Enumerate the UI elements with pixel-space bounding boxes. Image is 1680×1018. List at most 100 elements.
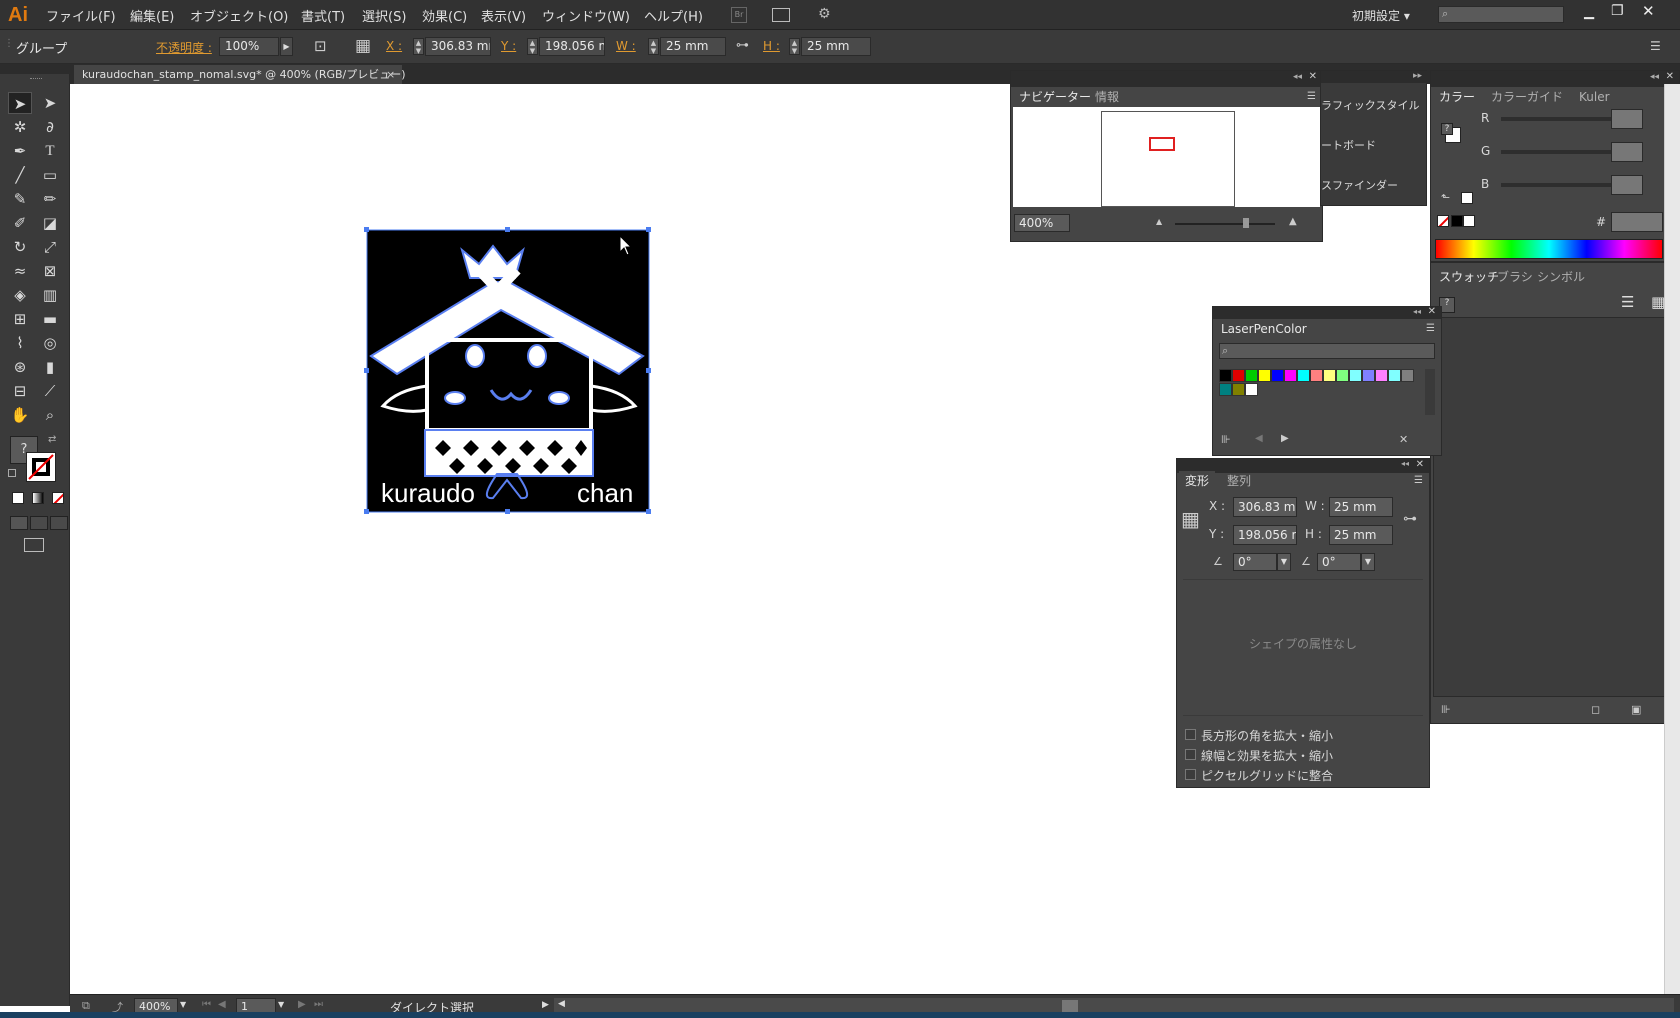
scale-tool-icon[interactable]: ⤢: [38, 236, 62, 258]
menu-edit[interactable]: 編集(E): [130, 6, 174, 25]
menu-object[interactable]: オブジェクト(O): [190, 6, 288, 25]
swatch-list[interactable]: [1433, 317, 1675, 698]
type-tool-icon[interactable]: T: [38, 140, 62, 162]
vertical-scrollbar[interactable]: [1664, 84, 1680, 994]
next-artboard-icon[interactable]: ▶: [298, 999, 306, 1010]
laserpen-swatch[interactable]: [1323, 369, 1336, 382]
tab-navigator[interactable]: ナビゲーター: [1013, 87, 1098, 107]
pen-tool-icon[interactable]: ✒: [8, 140, 32, 162]
previous-artboard-icon[interactable]: ◀: [218, 999, 226, 1010]
last-color-swatch[interactable]: [1461, 192, 1473, 204]
tab-symbols[interactable]: シンボル: [1531, 267, 1591, 287]
graph-tool-icon[interactable]: ▮: [38, 356, 62, 378]
tab-transform[interactable]: 変形: [1179, 471, 1216, 491]
opacity-arrow-icon[interactable]: ▶: [280, 37, 293, 56]
document-tab[interactable]: kuraudochan_stamp_nomal.svg* @ 400% (RGB…: [74, 65, 406, 84]
close-panel-icon[interactable]: ✕: [1666, 71, 1674, 82]
minimize-window-icon[interactable]: ▁: [1584, 5, 1594, 20]
free-transform-tool-icon[interactable]: ⊠: [38, 260, 62, 282]
artboards-button[interactable]: ートボード: [1321, 137, 1376, 167]
gpu-performance-icon[interactable]: ⚙: [818, 6, 831, 22]
laserpen-swatch[interactable]: [1362, 369, 1375, 382]
swatch-libraries-icon[interactable]: ⊪: [1441, 703, 1451, 716]
shape-builder-tool-icon[interactable]: ◈: [8, 284, 32, 306]
transform-x-field[interactable]: 306.83 mm: [1233, 497, 1297, 517]
x-field[interactable]: 306.83 mm: [425, 37, 491, 56]
bridge-icon[interactable]: Br: [731, 7, 747, 23]
navigator-preview[interactable]: [1013, 107, 1320, 207]
rotate-angle-field[interactable]: 0°: [1233, 553, 1277, 571]
zoom-tool-icon[interactable]: ⌕: [38, 404, 62, 426]
h-stepper[interactable]: ▲ ▼: [789, 38, 800, 55]
hex-field[interactable]: [1611, 212, 1663, 232]
shear-angle-field[interactable]: 0°: [1317, 553, 1361, 571]
reference-point-icon[interactable]: ▦: [355, 36, 371, 56]
collapse-icon[interactable]: ◂◂: [1413, 307, 1421, 316]
opacity-field[interactable]: 100%: [219, 37, 279, 56]
h-label[interactable]: H :: [763, 39, 780, 53]
pencil-tool-icon[interactable]: ✏: [38, 188, 62, 210]
list-view-icon[interactable]: ☰: [1621, 293, 1634, 311]
close-window-icon[interactable]: ✕: [1642, 2, 1655, 20]
link-proportions-icon[interactable]: ⊶: [736, 38, 749, 53]
draw-normal-icon[interactable]: [10, 516, 28, 530]
menu-file[interactable]: ファイル(F): [46, 6, 116, 25]
reference-point-icon[interactable]: ▦: [1181, 507, 1200, 531]
y-field[interactable]: 198.056 mm: [539, 37, 605, 56]
restore-window-icon[interactable]: ❐: [1611, 3, 1624, 19]
blob-brush-tool-icon[interactable]: ✐: [8, 212, 32, 234]
menu-help[interactable]: ヘルプ(H): [644, 6, 703, 25]
paintbrush-tool-icon[interactable]: ✎: [8, 188, 32, 210]
tab-kuler[interactable]: Kuler: [1573, 87, 1616, 107]
slice-tool-icon[interactable]: ⟋: [38, 380, 62, 402]
transform-h-field[interactable]: 25 mm: [1329, 525, 1393, 545]
x-label[interactable]: X :: [386, 39, 402, 53]
collapse-icon[interactable]: ◂◂: [1650, 72, 1659, 82]
laserpen-swatch[interactable]: [1245, 383, 1258, 396]
h-field[interactable]: 25 mm: [801, 37, 871, 56]
new-swatch-icon[interactable]: ◻: [1591, 703, 1600, 716]
graphic-styles-button[interactable]: ラフィックスタイル: [1321, 97, 1419, 127]
laserpen-swatch[interactable]: [1284, 369, 1297, 382]
navigator-view-box[interactable]: [1149, 137, 1175, 151]
menu-effect[interactable]: 効果(C): [422, 6, 467, 25]
menu-type[interactable]: 書式(T): [301, 6, 345, 25]
pathfinder-button[interactable]: スファインダー: [1321, 177, 1398, 207]
arrange-documents-icon[interactable]: [772, 8, 790, 22]
stroke-swatch[interactable]: [26, 452, 56, 482]
laserpen-swatch[interactable]: [1310, 369, 1323, 382]
none-color-swatch[interactable]: [1437, 215, 1449, 227]
laserpen-swatch-grid[interactable]: [1219, 369, 1425, 401]
direct-selection-tool-icon[interactable]: ➤: [38, 92, 62, 114]
laserpen-swatch[interactable]: [1336, 369, 1349, 382]
color-mode-icon[interactable]: [12, 492, 24, 504]
laserpen-swatch[interactable]: [1297, 369, 1310, 382]
transform-w-field[interactable]: 25 mm: [1329, 497, 1393, 517]
panel-options-icon[interactable]: ☰: [1426, 323, 1435, 334]
laserpen-swatch[interactable]: [1258, 369, 1271, 382]
scale-strokes-checkbox[interactable]: [1185, 749, 1196, 760]
y-label[interactable]: Y :: [501, 39, 516, 53]
close-panel-icon[interactable]: ✕: [1416, 459, 1424, 470]
r-field[interactable]: [1611, 109, 1643, 129]
w-stepper[interactable]: ▲ ▼: [648, 38, 659, 55]
expand-icon[interactable]: ▸▸: [1413, 71, 1422, 81]
none-mode-icon[interactable]: [52, 492, 64, 504]
delete-icon[interactable]: ✕: [1399, 433, 1408, 446]
g-field[interactable]: [1611, 142, 1643, 162]
artboard-tool-icon[interactable]: ⊟: [8, 380, 32, 402]
out-of-gamut-icon[interactable]: ⬑: [1441, 191, 1450, 204]
status-icon[interactable]: ⧉: [82, 999, 90, 1013]
color-panel-header[interactable]: ◂◂ ✕: [1431, 71, 1679, 87]
gradient-mode-icon[interactable]: [32, 492, 44, 504]
workspace-switcher[interactable]: 初期設定 ▾: [1352, 7, 1410, 24]
laserpen-swatch[interactable]: [1375, 369, 1388, 382]
fill-indicator[interactable]: ?: [1441, 123, 1453, 135]
tab-info[interactable]: 情報: [1089, 87, 1125, 107]
rotate-tool-icon[interactable]: ↻: [8, 236, 32, 258]
eraser-tool-icon[interactable]: ◪: [38, 212, 62, 234]
tab-color-guide[interactable]: カラーガイド: [1485, 87, 1569, 107]
opacity-label[interactable]: 不透明度 :: [156, 39, 212, 56]
swatch-libraries-icon[interactable]: ⊪: [1221, 433, 1231, 446]
laserpen-search-input[interactable]: ⌕: [1219, 343, 1435, 359]
